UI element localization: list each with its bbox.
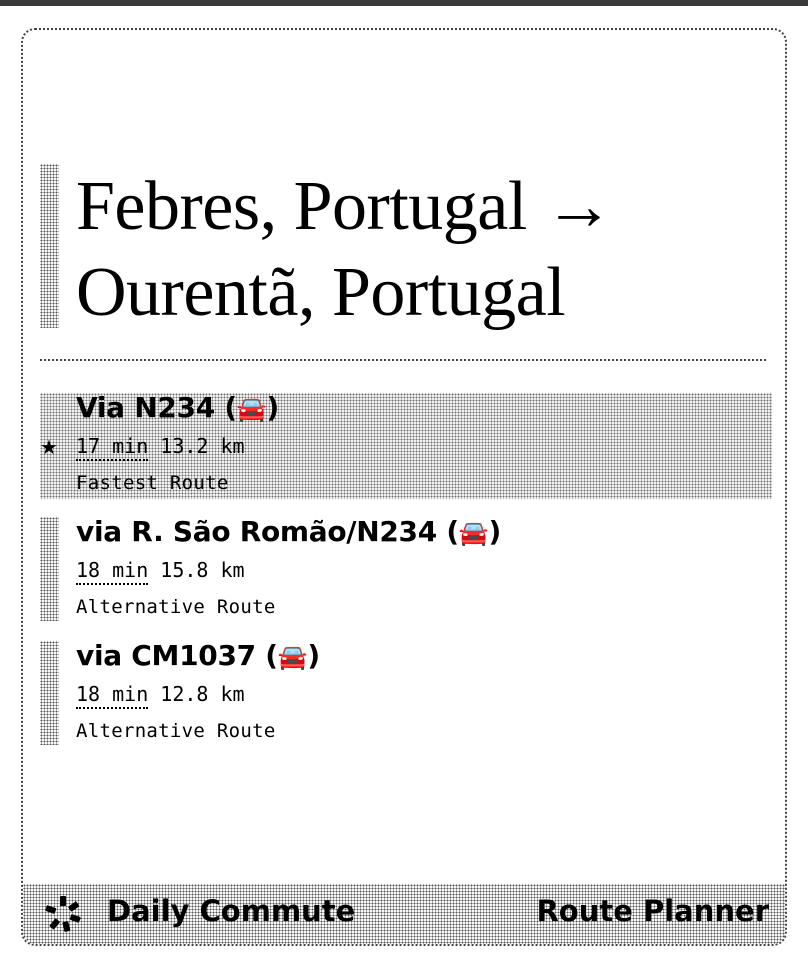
route-name: Via N234 (🚘) bbox=[76, 391, 279, 424]
header-divider bbox=[40, 359, 766, 361]
selected-star-icon: ★ bbox=[40, 435, 58, 459]
product-name: Route Planner bbox=[536, 894, 769, 928]
route-label: Fastest Route bbox=[76, 472, 229, 494]
route-name: via R. São Romão/N234 (🚘) bbox=[76, 515, 501, 548]
trip-destination-line: Ourentã, Portugal bbox=[76, 254, 566, 331]
brand-logo-icon bbox=[45, 896, 81, 932]
brand-name: Daily Commute bbox=[107, 894, 356, 928]
route-distance: 15.8 km bbox=[160, 558, 245, 582]
route-stats: 18 min 12.8 km bbox=[76, 682, 245, 709]
route-distance: 12.8 km bbox=[160, 682, 245, 706]
top-window-bar bbox=[0, 0, 808, 6]
route-duration: 17 min bbox=[76, 434, 149, 461]
route-accent-bar bbox=[40, 641, 59, 745]
route-label: Alternative Route bbox=[76, 596, 276, 618]
trip-header: Febres, Portugal → Ourentã, Portugal bbox=[40, 164, 760, 331]
title-accent-bar bbox=[40, 164, 59, 328]
car-icon: 🚘 bbox=[236, 395, 267, 423]
footer-bar: Daily Commute Route Planner bbox=[23, 884, 785, 944]
route-duration: 18 min bbox=[76, 558, 149, 585]
route-option-2[interactable]: via R. São Romão/N234 (🚘) 18 min 15.8 km… bbox=[40, 515, 770, 627]
car-icon: 🚘 bbox=[277, 643, 308, 671]
car-icon: 🚘 bbox=[458, 519, 489, 547]
route-name: via CM1037 (🚘) bbox=[76, 639, 320, 672]
route-distance: 13.2 km bbox=[160, 434, 245, 458]
route-stats: 18 min 15.8 km bbox=[76, 558, 245, 585]
route-option-3[interactable]: via CM1037 (🚘) 18 min 12.8 km Alternativ… bbox=[40, 639, 770, 751]
route-duration: 18 min bbox=[76, 682, 149, 709]
trip-title: Febres, Portugal → Ourentã, Portugal bbox=[76, 164, 766, 336]
route-accent-bar bbox=[40, 517, 59, 621]
trip-origin-line: Febres, Portugal → bbox=[76, 168, 614, 245]
route-card: Febres, Portugal → Ourentã, Portugal ★ V… bbox=[21, 28, 787, 946]
route-stats: 17 min 13.2 km bbox=[76, 434, 245, 461]
route-option-1[interactable]: ★ Via N234 (🚘) 17 min 13.2 km Fastest Ro… bbox=[40, 391, 772, 499]
route-label: Alternative Route bbox=[76, 720, 276, 742]
